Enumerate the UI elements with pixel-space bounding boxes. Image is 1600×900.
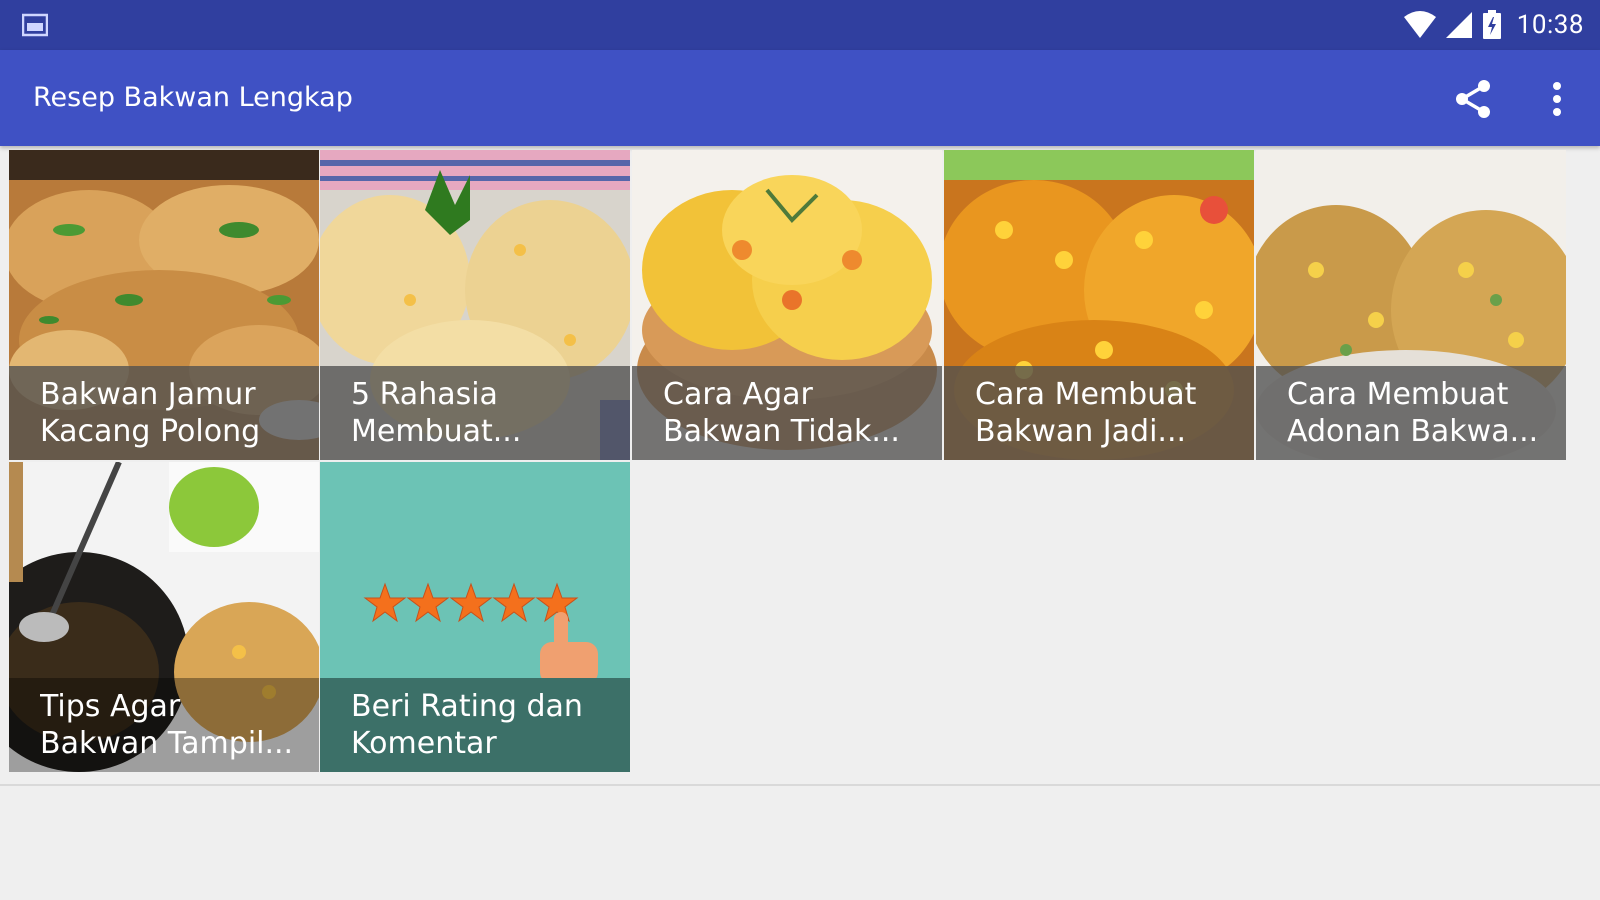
recipe-title-line1: 5 Rahasia — [351, 377, 498, 412]
recipe-tile[interactable]: Bakwan Jamur Kacang Polong — [9, 150, 319, 460]
recipe-title-line2: Membuat... — [351, 414, 522, 449]
recipe-title-line2: Bakwan Tampil... — [40, 726, 294, 761]
recipe-caption: Cara Membuat Bakwan Jadi... — [944, 366, 1254, 460]
recipe-tile[interactable]: Cara Membuat Adonan Bakwa... — [1256, 150, 1566, 460]
recipe-title-line1: Cara Membuat — [975, 377, 1197, 412]
recipe-title-line1: Tips Agar — [40, 689, 181, 724]
recipe-caption: Cara Agar Bakwan Tidak... — [632, 366, 942, 460]
recipe-title-line1: Cara Agar — [663, 377, 813, 412]
recipe-tile[interactable]: 5 Rahasia Membuat... — [320, 150, 630, 460]
more-options-button[interactable] — [1534, 76, 1580, 122]
recipe-title-line2: Bakwan Tidak... — [663, 414, 900, 449]
recipe-grid: Bakwan Jamur Kacang Polong 5 Rahasia Mem… — [0, 146, 1600, 786]
app-bar: Resep Bakwan Lengkap — [0, 50, 1600, 146]
recipe-title-line1: Bakwan Jamur — [40, 377, 256, 412]
status-icons: 10:38 — [1403, 0, 1584, 50]
recipe-title-line2: Adonan Bakwa... — [1287, 414, 1539, 449]
recipe-caption: Bakwan Jamur Kacang Polong — [9, 366, 319, 460]
rating-caption: Beri Rating dan Komentar — [320, 678, 630, 772]
recipe-caption: Tips Agar Bakwan Tampil... — [9, 678, 319, 772]
image-notification-icon — [22, 13, 48, 37]
recipe-caption: 5 Rahasia Membuat... — [320, 366, 630, 460]
cell-signal-icon — [1445, 12, 1472, 38]
more-vert-icon — [1553, 82, 1561, 116]
recipe-title-line2: Kacang Polong — [40, 414, 261, 449]
app-title: Resep Bakwan Lengkap — [33, 82, 353, 113]
rating-tile[interactable]: Beri Rating dan Komentar — [320, 462, 630, 772]
rating-title-line2: Komentar — [351, 726, 497, 761]
status-bar: 10:38 — [0, 0, 1600, 50]
rating-title-line1: Beri Rating dan — [351, 689, 583, 724]
recipe-caption: Cara Membuat Adonan Bakwa... — [1256, 366, 1566, 460]
recipe-tile[interactable]: Cara Agar Bakwan Tidak... — [632, 150, 942, 460]
battery-icon — [1482, 10, 1501, 39]
wifi-icon — [1403, 11, 1436, 38]
share-button[interactable] — [1450, 76, 1496, 122]
status-time: 10:38 — [1516, 10, 1584, 40]
recipe-title-line2: Bakwan Jadi... — [975, 414, 1187, 449]
share-icon — [1456, 80, 1490, 118]
recipe-title-line1: Cara Membuat — [1287, 377, 1509, 412]
divider — [0, 784, 1600, 786]
recipe-tile[interactable]: Cara Membuat Bakwan Jadi... — [944, 150, 1254, 460]
recipe-tile[interactable]: Tips Agar Bakwan Tampil... — [9, 462, 319, 772]
